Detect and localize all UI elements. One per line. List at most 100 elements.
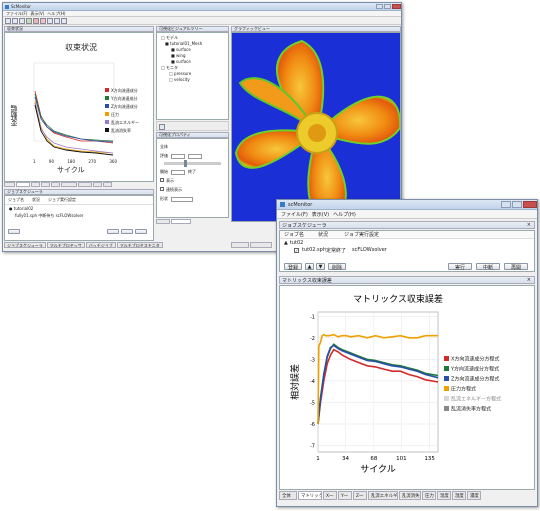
back-resume-button[interactable]: [135, 229, 147, 234]
stop-button[interactable]: 中断: [476, 263, 500, 271]
tab-5[interactable]: 乱流エネルギー: [368, 491, 398, 500]
back-chart-tab[interactable]: [78, 182, 92, 187]
jobs-col-status[interactable]: 状況: [318, 231, 344, 238]
legend-swatch-1: [444, 366, 449, 371]
back-chart-tab[interactable]: [103, 182, 112, 187]
slider-thumb[interactable]: [184, 160, 187, 167]
open-icon[interactable]: [12, 17, 18, 24]
back-view-tab[interactable]: [231, 242, 249, 248]
jobs-col-name[interactable]: ジョブ名: [280, 231, 318, 238]
down-button[interactable]: ▼: [316, 263, 325, 270]
x-tick-label: 1: [316, 456, 320, 462]
back-bottom-tabs: ジョブスケジューラ マルチプロセッサ バッチジョブ マルチプロセスモニタ: [4, 242, 164, 248]
legend-swatch-4: [444, 396, 449, 401]
props-check[interactable]: 表示: [160, 176, 225, 185]
maximize-button[interactable]: [512, 201, 522, 208]
close-button[interactable]: [392, 4, 401, 9]
back-register-button[interactable]: [8, 229, 20, 234]
tab-9[interactable]: 湿度: [452, 491, 466, 500]
tab-3[interactable]: Y一: [338, 491, 352, 500]
back-menu-file[interactable]: ファイル(F): [6, 11, 27, 16]
back-chart-tab[interactable]: [41, 182, 50, 187]
props-field[interactable]: [171, 169, 185, 175]
run-icon[interactable]: [26, 17, 32, 24]
tab-8[interactable]: 温度: [437, 491, 451, 500]
back-run-button[interactable]: [107, 229, 119, 234]
pane-close-icon[interactable]: ×: [527, 277, 531, 283]
job-check-icon[interactable]: ✓: [294, 247, 299, 253]
glasses-icon[interactable]: [159, 124, 165, 130]
up-button[interactable]: ▲: [305, 263, 314, 270]
back-chart-tab[interactable]: [51, 182, 60, 187]
residual-pane-title: マトリックス収束誤差 ×: [279, 276, 535, 284]
tab-10[interactable]: 濃度: [467, 491, 481, 500]
register-button[interactable]: 登録: [284, 263, 302, 271]
back-jobs-row[interactable]: ● tutorial02: [5, 205, 153, 212]
expand-icon[interactable]: ▲: [284, 240, 288, 246]
maximize-button[interactable]: [384, 4, 391, 9]
back-bottom-tab[interactable]: マルチプロセスモニタ: [116, 242, 163, 248]
jobs-panel: ジョブ名 状況 ジョブ実行設定 ▲ tut02 ✓ tut02.sph 定常終了…: [279, 230, 535, 272]
props-row: 開始 終了: [160, 169, 196, 175]
back-stop-button[interactable]: [121, 229, 133, 234]
props-select[interactable]: [171, 196, 193, 202]
y-tick-label: -4: [310, 379, 315, 385]
menu-help[interactable]: ヘルプ(H): [333, 211, 356, 218]
job-row[interactable]: ✓ tut02.sph 定常終了 scFLOWsolver: [280, 246, 534, 254]
save-icon[interactable]: [19, 17, 25, 24]
back-menu-help[interactable]: ヘルプ(H): [47, 11, 65, 16]
back-props-tab[interactable]: [156, 219, 170, 224]
menu-view[interactable]: 表示(V): [312, 211, 329, 218]
delete-icon[interactable]: [40, 17, 46, 24]
props-label: 全体: [160, 144, 168, 149]
back-bottom-tab[interactable]: マルチプロセッサ: [46, 242, 85, 248]
legend-label-2: Z方向流速成分方程式: [451, 376, 499, 383]
back-legend-item: 乱流エネルギー: [105, 119, 139, 127]
pane-close-icon[interactable]: ×: [527, 222, 531, 228]
minimize-button[interactable]: [501, 201, 511, 208]
props-slider[interactable]: [164, 160, 221, 167]
back-jobs-panel: ジョブ名 状況 ジョブ実行設定 ● tutorial02 fully01.sph…: [4, 195, 154, 241]
back-chart-tab[interactable]: [93, 182, 102, 187]
back-xtick: 180: [67, 159, 75, 164]
tab-0[interactable]: 全体: [279, 491, 297, 500]
props-field[interactable]: [188, 153, 202, 159]
x-tick-label: 135: [424, 456, 435, 462]
back-chart-tab[interactable]: [31, 182, 40, 187]
delete-button[interactable]: 削除: [328, 263, 346, 271]
back-chart-tab[interactable]: [16, 182, 30, 187]
back-menu-view[interactable]: 表示(V): [30, 11, 44, 16]
minimize-button[interactable]: [376, 4, 383, 9]
new-icon[interactable]: [5, 17, 11, 24]
jobs-col-setting[interactable]: ジョブ実行設定: [344, 231, 379, 238]
close-button[interactable]: [523, 201, 537, 208]
x-tick-label: 101: [396, 456, 407, 462]
tab-4[interactable]: Z一: [353, 491, 367, 500]
back-chart-tab[interactable]: [61, 182, 77, 187]
back-props-tab[interactable]: [171, 219, 191, 224]
run-button[interactable]: 実行: [448, 263, 472, 271]
tab-1[interactable]: マトリックス: [298, 491, 322, 500]
refresh-icon[interactable]: [47, 17, 53, 24]
job-group-row[interactable]: ▲ tut02: [280, 239, 534, 246]
back-chart-tab[interactable]: [4, 182, 15, 187]
stop-icon[interactable]: [33, 17, 39, 24]
menu-file[interactable]: ファイル(F): [281, 211, 308, 218]
tab-2[interactable]: X一: [323, 491, 337, 500]
tab-6[interactable]: 乱流消失率: [399, 491, 421, 500]
resume-button[interactable]: 再開: [504, 263, 528, 271]
props-field[interactable]: [171, 153, 185, 159]
back-legend-item: Y方向流速成分: [105, 95, 139, 103]
graph-icon[interactable]: [61, 17, 67, 24]
tab-7[interactable]: 圧力: [422, 491, 436, 500]
legend-label-5: 乱流消失率方程式: [451, 406, 491, 413]
back-bottom-tab[interactable]: バッチジョブ: [85, 242, 116, 248]
back-xtick: 90: [48, 159, 54, 164]
back-bottom-tab[interactable]: ジョブスケジューラ: [4, 242, 46, 248]
props-check[interactable]: 連続表示: [160, 185, 225, 194]
back-view-tab[interactable]: [250, 242, 272, 248]
back-xtick: 1: [33, 159, 36, 164]
tree-node[interactable]: □ velocity: [159, 77, 226, 83]
back-jobs-row[interactable]: fully01.sph 中断待ち scFLOWsolver: [5, 212, 153, 220]
settings-icon[interactable]: [54, 17, 60, 24]
